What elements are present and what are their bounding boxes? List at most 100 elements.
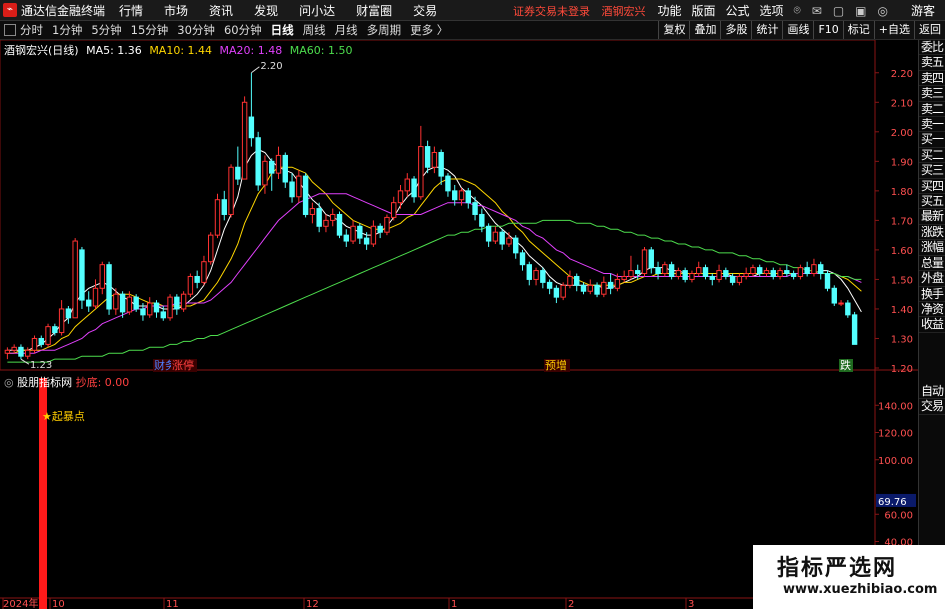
candle-body	[31, 337, 38, 351]
sidebar-item[interactable]: 卖三	[919, 86, 945, 102]
layout-icon[interactable]	[4, 24, 16, 36]
indicator-toggle-icon[interactable]: ◎	[4, 376, 14, 389]
sidebar-item[interactable]: 买五	[919, 194, 945, 210]
candle	[92, 279, 99, 309]
period-monthly[interactable]: 月线	[335, 22, 358, 38]
stats-button[interactable]: 统计	[751, 21, 783, 39]
period-daily[interactable]: 日线	[271, 22, 294, 38]
sidebar-item[interactable]: 卖一	[919, 117, 945, 133]
event-tag[interactable]: 预增	[545, 358, 567, 372]
message-icon[interactable]: ✉	[812, 4, 822, 18]
high-price-label: 2.20	[260, 61, 282, 72]
sidebar-item[interactable]: 卖四	[919, 71, 945, 87]
date-label: 10	[52, 599, 65, 609]
window-icon[interactable]: ▢	[833, 4, 844, 18]
period-intraday[interactable]: 分时	[20, 22, 43, 38]
sidebar-item[interactable]: 买四	[919, 179, 945, 195]
period-more[interactable]: 更多 〉	[410, 22, 448, 38]
adjust-button[interactable]: 复权	[658, 21, 690, 39]
candle-body	[133, 296, 139, 310]
auto-trade-button[interactable]: 交易	[919, 399, 945, 415]
overlay-button[interactable]: 叠加	[689, 21, 721, 39]
event-tag[interactable]: 涨停	[172, 358, 194, 372]
candle	[180, 291, 187, 312]
settings-icon[interactable]: ◎	[878, 4, 888, 18]
draw-line-button[interactable]: 画线	[782, 21, 814, 39]
menu-news[interactable]: 资讯	[209, 2, 233, 19]
period-60min[interactable]: 60分钟	[224, 22, 262, 38]
login-status[interactable]: 证券交易未登录	[513, 5, 590, 18]
menu-discover[interactable]: 发现	[254, 2, 278, 19]
sidebar-item[interactable]: 换手	[919, 287, 945, 302]
candle	[594, 282, 600, 298]
period-15min[interactable]: 15分钟	[131, 22, 169, 38]
back-button[interactable]: 返回	[914, 21, 945, 39]
status-bar: 证券交易未登录 酒钢宏兴	[513, 3, 646, 19]
period-30min[interactable]: 30分钟	[177, 22, 215, 38]
period-multi[interactable]: 多周期	[367, 22, 402, 38]
candle-body	[824, 273, 831, 289]
sidebar-item[interactable]: 收益	[919, 317, 945, 333]
candle-body	[540, 270, 546, 283]
sidebar-item[interactable]: 买一	[919, 132, 945, 148]
f10-button[interactable]: F10	[813, 21, 843, 39]
sidebar-item[interactable]: 卖二	[919, 102, 945, 118]
high-pointer	[251, 66, 260, 74]
auto-trade-button[interactable]: 自动	[919, 384, 945, 400]
y-tick-label: 1.30	[891, 334, 913, 345]
restore-icon[interactable]: ▣	[855, 4, 866, 18]
candle-body	[492, 231, 499, 242]
candle	[804, 261, 810, 277]
mark-button[interactable]: 标记	[842, 21, 874, 39]
sidebar-item[interactable]: 总量	[919, 256, 945, 272]
menu-ask[interactable]: 问小达	[299, 2, 335, 19]
candle-body	[601, 281, 607, 295]
period-weekly[interactable]: 周线	[303, 22, 326, 38]
menu-formula[interactable]: 公式	[726, 2, 750, 19]
candle	[11, 344, 17, 354]
menu-function[interactable]: 功能	[657, 2, 681, 19]
add-watchlist-button[interactable]: +自选	[873, 21, 914, 39]
candle-body	[411, 178, 417, 198]
sidebar-item[interactable]: 卖五	[919, 55, 945, 71]
candle	[580, 282, 587, 295]
candle	[357, 223, 363, 244]
kline-chart[interactable]: ★起暴点 2.20 2.10 2.00 1.90 1.80 1.70 1.60 1.50 1.4…	[0, 40, 918, 609]
menu-market[interactable]: 市场	[164, 2, 188, 19]
candle	[167, 294, 173, 321]
period-5min[interactable]: 5分钟	[91, 22, 121, 38]
candle	[499, 229, 505, 250]
candle	[153, 300, 160, 318]
indicator-value: 抄底: 0.00	[75, 376, 130, 389]
headset-icon[interactable]: ⌾	[794, 3, 801, 18]
multi-stock-button[interactable]: 多股	[720, 21, 752, 39]
candle-body	[187, 275, 194, 295]
candle	[465, 187, 471, 209]
quote-sidebar: 委比 卖五 卖四 卖三 卖二 卖一 买一 买二 买三 买四 买五 最新 涨跌 涨幅 总量 外盘 换手 净资 收益自动…	[918, 40, 945, 609]
candle-body	[363, 237, 370, 245]
guest-label[interactable]: 游客	[911, 2, 935, 19]
sidebar-item[interactable]: 涨幅	[919, 240, 945, 256]
sidebar-item[interactable]: 涨跌	[919, 225, 945, 241]
sidebar-item[interactable]: 买二	[919, 148, 945, 164]
sidebar-item[interactable]: 最新	[919, 209, 945, 225]
sidebar-item[interactable]: 委比	[919, 40, 945, 56]
candle-body	[113, 293, 119, 310]
menu-options[interactable]: 选项	[760, 2, 784, 19]
sidebar-item[interactable]: 买三	[919, 163, 945, 179]
indicator-name[interactable]: 股朋指标网	[17, 376, 72, 389]
menu-wealth-circle[interactable]: 财富圈	[356, 2, 392, 19]
event-tag[interactable]: 跌	[840, 358, 851, 372]
menu-trade[interactable]: 交易	[413, 2, 437, 19]
period-1min[interactable]: 1分钟	[52, 22, 82, 38]
candle-body	[86, 299, 92, 307]
candle	[540, 267, 546, 289]
candle-body	[140, 308, 146, 316]
candle	[662, 261, 668, 277]
candle-body	[119, 293, 126, 313]
sidebar-item[interactable]: 外盘	[919, 271, 945, 287]
candle	[601, 276, 607, 298]
menu-quotes[interactable]: 行情	[119, 2, 143, 19]
sidebar-item[interactable]: 净资	[919, 302, 945, 318]
menu-layout[interactable]: 版面	[692, 2, 716, 19]
